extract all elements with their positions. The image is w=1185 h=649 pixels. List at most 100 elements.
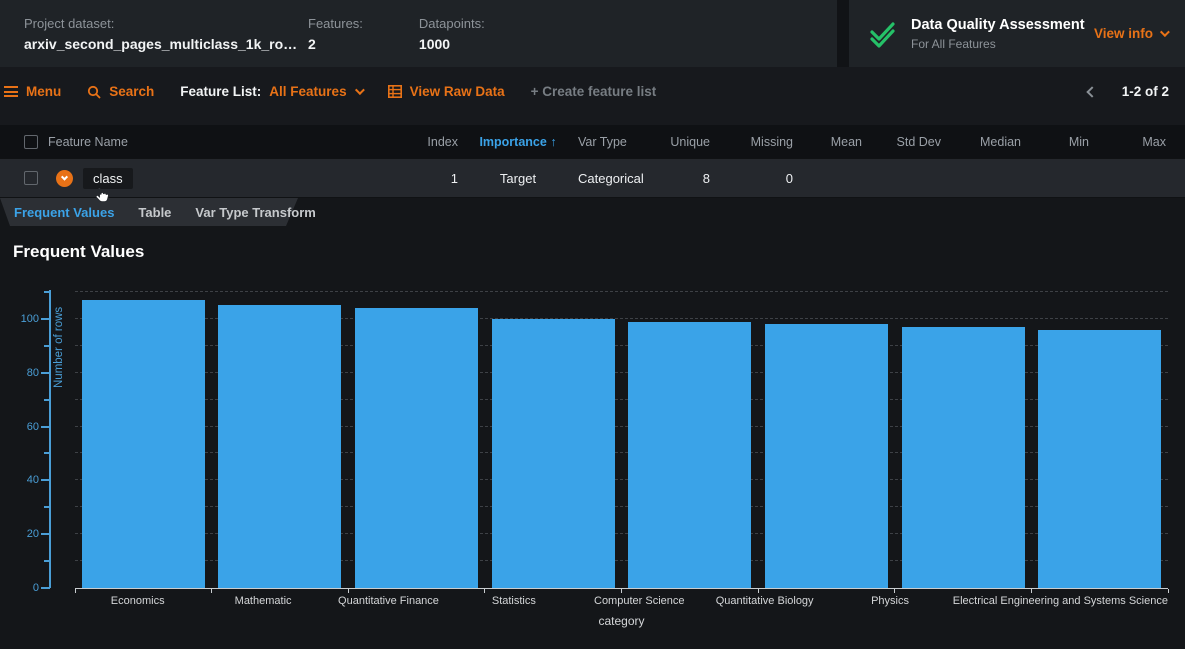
features-count: Features: 2 <box>308 16 363 52</box>
x-axis-label: Electrical Engineering and Systems Scien… <box>953 589 1168 607</box>
x-axis-title: category <box>75 614 1168 628</box>
select-all-checkbox[interactable] <box>24 135 38 149</box>
bar-physics[interactable] <box>902 327 1025 588</box>
x-axis-label: Economics <box>75 589 200 607</box>
x-axis-label: Quantitative Biology <box>702 589 827 607</box>
importance-value: Target <box>458 171 578 186</box>
feature-table: Feature Name Index Importance ↑ Var Type… <box>0 125 1185 198</box>
header-median[interactable]: Median <box>941 135 1021 149</box>
table-grid-icon <box>388 85 402 98</box>
chart-title: Frequent Values <box>13 242 1185 262</box>
bar-slot <box>75 292 212 588</box>
importance-column-label: Importance <box>479 135 546 149</box>
bar-quantitative-finance[interactable] <box>355 308 478 588</box>
feature-list-value: All Features <box>269 84 346 99</box>
top-bar: Project dataset: arxiv_second_pages_mult… <box>0 0 1185 67</box>
header-max[interactable]: Max <box>1089 135 1166 149</box>
y-tick <box>41 479 50 481</box>
x-axis-labels: EconomicsMathematicQuantitative FinanceS… <box>75 588 1168 607</box>
missing-value: 0 <box>710 171 793 186</box>
search-button[interactable]: Search <box>87 84 154 99</box>
frequent-values-chart: Number of rows 020406080100 EconomicsMat… <box>75 292 1168 628</box>
header-missing[interactable]: Missing <box>710 135 793 149</box>
menu-label: Menu <box>26 84 61 99</box>
x-axis-label: Statistics <box>451 589 576 607</box>
features-label: Features: <box>308 16 363 31</box>
chevron-left-icon[interactable] <box>1086 86 1097 97</box>
header-mean[interactable]: Mean <box>793 135 862 149</box>
bar-slot <box>348 292 485 588</box>
header-index[interactable]: Index <box>410 135 458 149</box>
features-value: 2 <box>308 36 363 52</box>
tab-var-type-transform[interactable]: Var Type Transform <box>195 205 315 220</box>
row-checkbox[interactable] <box>24 171 38 185</box>
y-minor-tick <box>44 345 50 347</box>
x-tick <box>894 589 895 593</box>
hamburger-icon <box>4 86 18 97</box>
project-dataset-label: Project dataset: <box>24 16 252 31</box>
project-dataset: Project dataset: arxiv_second_pages_mult… <box>24 16 252 52</box>
y-axis-spine <box>49 290 51 588</box>
feature-name-column-label: Feature Name <box>48 135 128 149</box>
menu-bar: Menu Search Feature List: All Features V… <box>0 67 1185 116</box>
feature-table-header: Feature Name Index Importance ↑ Var Type… <box>0 125 1185 158</box>
bar-slot <box>895 292 1032 588</box>
header-var-type[interactable]: Var Type <box>578 135 642 149</box>
header-min[interactable]: Min <box>1021 135 1089 149</box>
y-tick <box>41 372 50 374</box>
x-tick <box>348 589 349 593</box>
y-tick-label: 40 <box>0 474 39 486</box>
datapoints-label: Datapoints: <box>419 16 485 31</box>
data-quality-subtitle: For All Features <box>911 37 1085 51</box>
bar-electrical-engineering-and-systems-science[interactable] <box>1038 330 1161 588</box>
y-tick <box>41 318 50 320</box>
plot-area: Number of rows 020406080100 <box>75 292 1168 588</box>
y-minor-tick <box>44 399 50 401</box>
table-row[interactable]: class 1 Target Categorical 8 0 <box>0 158 1185 198</box>
x-tick <box>211 589 212 593</box>
y-minor-tick <box>44 560 50 562</box>
search-icon <box>87 85 101 99</box>
view-info-button[interactable]: View info <box>1094 26 1167 41</box>
bar-quantitative-biology[interactable] <box>765 324 888 588</box>
header-feature-name: Feature Name <box>0 135 410 149</box>
menu-button[interactable]: Menu <box>4 84 61 99</box>
bar-statistics[interactable] <box>492 319 615 588</box>
feature-name-cell: class <box>0 168 410 189</box>
bar-economics[interactable] <box>82 300 205 588</box>
view-raw-data-button[interactable]: View Raw Data <box>388 84 505 99</box>
x-axis-label: Quantitative Finance <box>326 589 451 607</box>
datapoints-value: 1000 <box>419 36 485 52</box>
bar-slot <box>622 292 759 588</box>
header-std-dev[interactable]: Std Dev <box>862 135 941 149</box>
feature-detail-panel: Frequent Values Table Var Type Transform… <box>0 198 1185 649</box>
y-axis-title: Number of rows <box>53 292 65 388</box>
feature-list-label: Feature List: <box>180 84 261 99</box>
y-tick <box>41 426 50 428</box>
bar-series <box>75 292 1168 588</box>
pagination: 1-2 of 2 <box>1088 84 1169 99</box>
bar-slot <box>212 292 349 588</box>
project-summary-section: Project dataset: arxiv_second_pages_mult… <box>0 0 837 67</box>
data-quality-title: Data Quality Assessment <box>911 17 1085 33</box>
target-expand-icon[interactable] <box>56 170 73 187</box>
header-importance[interactable]: Importance ↑ <box>458 135 578 149</box>
double-checkmark-icon <box>867 19 897 49</box>
header-unique[interactable]: Unique <box>642 135 710 149</box>
y-minor-tick <box>44 506 50 508</box>
chevron-down-icon <box>1160 27 1170 37</box>
bar-mathematic[interactable] <box>218 305 341 588</box>
y-minor-tick <box>44 452 50 454</box>
x-tick <box>758 589 759 593</box>
feature-list-selector[interactable]: Feature List: All Features <box>180 84 361 99</box>
y-tick-label: 80 <box>0 367 39 379</box>
create-feature-list-button[interactable]: + Create feature list <box>531 84 657 99</box>
tab-table[interactable]: Table <box>138 205 171 220</box>
bar-computer-science[interactable] <box>628 322 751 588</box>
unique-value: 8 <box>642 171 710 186</box>
x-tick <box>621 589 622 593</box>
data-quality-text: Data Quality Assessment For All Features <box>911 17 1085 51</box>
tab-frequent-values[interactable]: Frequent Values <box>14 205 114 220</box>
feature-name-value[interactable]: class <box>83 168 133 189</box>
pagination-range: 1-2 of 2 <box>1122 84 1169 99</box>
